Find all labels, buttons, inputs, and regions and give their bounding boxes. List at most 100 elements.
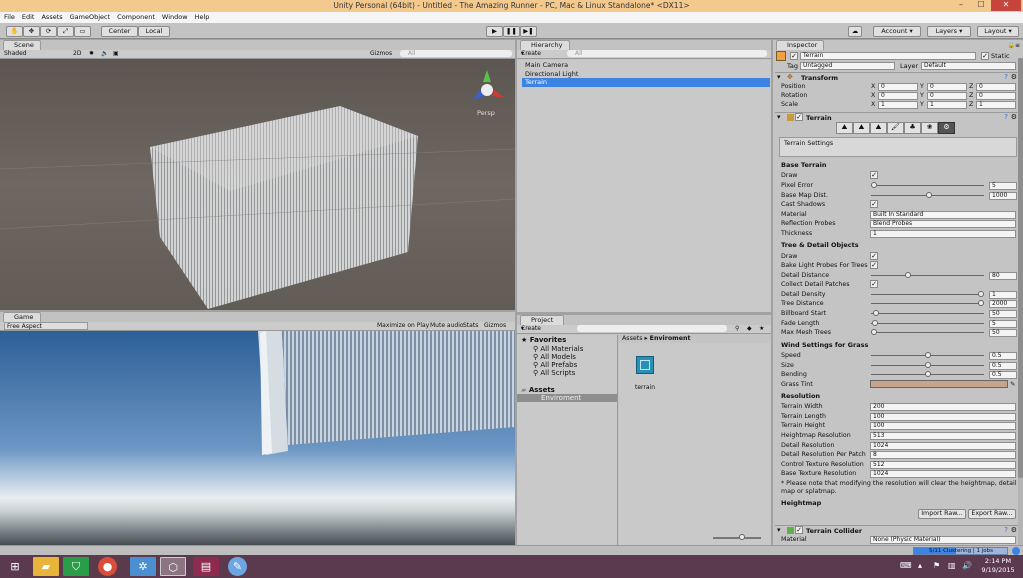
terrain-height-field[interactable]: 100 — [870, 422, 1016, 430]
tab-project[interactable]: Project — [520, 315, 564, 325]
pixel-error-slider[interactable] — [871, 182, 984, 188]
aspect-dropdown[interactable]: Free Aspect — [4, 322, 88, 330]
eyedropper-icon[interactable]: ✎ — [1010, 380, 1015, 389]
billboard-start-field[interactable]: 50 — [989, 310, 1017, 318]
pivot-center-button[interactable]: Center — [101, 26, 138, 37]
pixel-error-field[interactable]: 5 — [989, 182, 1017, 190]
scene-search-input[interactable]: All — [400, 50, 512, 57]
tree-distance-slider[interactable] — [871, 300, 984, 306]
wind-size-field[interactable]: 0.5 — [989, 362, 1017, 370]
base-texture-field[interactable]: 1024 — [870, 470, 1016, 478]
minimize-button[interactable]: – — [951, 0, 971, 11]
collect-patches-checkbox[interactable]: ✓ — [870, 280, 878, 288]
paint-icon[interactable]: ✎ — [228, 557, 247, 576]
paint-details-icon[interactable]: ❀ — [921, 122, 938, 134]
menu-edit[interactable]: Edit — [18, 12, 38, 23]
reflection-probes-dropdown[interactable]: Blend Probes — [870, 220, 1016, 228]
scale-z-field[interactable]: 1 — [976, 101, 1016, 109]
max-mesh-trees-slider[interactable] — [871, 329, 984, 335]
cloud-icon[interactable]: ☁ — [848, 26, 862, 37]
project-create-dropdown[interactable]: Create ▾ — [521, 325, 541, 333]
import-raw-button[interactable]: Import Raw... — [918, 509, 966, 519]
raise-terrain-icon[interactable]: ⛰ — [836, 122, 853, 134]
menu-help[interactable]: Help — [191, 12, 213, 23]
detail-distance-slider[interactable] — [871, 272, 984, 278]
export-raw-button[interactable]: Export Raw... — [968, 509, 1016, 519]
detail-density-slider[interactable] — [871, 291, 984, 297]
icon-size-slider[interactable] — [713, 534, 761, 540]
draw-checkbox[interactable]: ✓ — [870, 171, 878, 179]
tab-hierarchy[interactable]: Hierarchy — [520, 40, 570, 50]
object-name-field[interactable]: Terrain — [800, 52, 976, 60]
smooth-height-icon[interactable]: ⛰ — [870, 122, 887, 134]
account-dropdown[interactable]: Account ▾ — [873, 26, 921, 37]
favorite-star-icon[interactable]: ★ — [759, 325, 764, 333]
menu-component[interactable]: Component — [113, 12, 158, 23]
hand-tool-icon[interactable]: ✋ — [6, 26, 23, 37]
hierarchy-create-dropdown[interactable]: Create ▾ — [521, 50, 541, 58]
detail-resolution-field[interactable]: 1024 — [870, 442, 1016, 450]
maximize-button[interactable]: ☐ — [971, 0, 991, 11]
inspector-lock-icon[interactable]: 🔒≡ — [1008, 42, 1021, 49]
transform-header[interactable]: ▾ ✥ Transform ? ⚙ — [775, 72, 1020, 82]
transform-help-icon[interactable]: ? — [1004, 73, 1008, 81]
audio-toggle-icon[interactable]: 🔈 — [101, 50, 108, 58]
terrain-settings-icon[interactable]: ⚙ — [1011, 113, 1017, 121]
paint-height-icon[interactable]: ⛰ — [853, 122, 870, 134]
scale-y-field[interactable]: 1 — [927, 101, 967, 109]
move-tool-icon[interactable]: ✥ — [23, 26, 40, 37]
wind-size-slider[interactable] — [871, 362, 984, 368]
cast-shadows-checkbox[interactable]: ✓ — [870, 200, 878, 208]
terrain-length-field[interactable]: 100 — [870, 413, 1016, 421]
rotation-x-field[interactable]: 0 — [878, 92, 918, 100]
tray-network-icon[interactable]: ▥ — [948, 561, 956, 570]
scene-gizmos-dropdown[interactable]: Gizmos — [370, 50, 392, 58]
terrain-collider-header[interactable]: ▾ ✓ Terrain Collider ? ⚙ — [775, 525, 1020, 535]
rotate-tool-icon[interactable]: ⟳ — [40, 26, 57, 37]
position-y-field[interactable]: 0 — [927, 83, 967, 91]
transform-settings-icon[interactable]: ⚙ — [1011, 73, 1017, 81]
favorites-header[interactable]: ★ Favorites — [521, 336, 566, 344]
start-windows-icon[interactable]: ⊞ — [4, 557, 26, 576]
layers-dropdown[interactable]: Layers ▾ — [927, 26, 971, 37]
pause-button[interactable]: ❚❚ — [503, 26, 520, 37]
chrome-icon[interactable]: ● — [98, 557, 117, 576]
material-dropdown[interactable]: Built In Standard — [870, 211, 1016, 219]
effects-toggle-icon[interactable]: ▣ — [113, 50, 119, 58]
control-texture-field[interactable]: 512 — [870, 461, 1016, 469]
winrar-icon[interactable]: ▤ — [193, 557, 219, 576]
detail-distance-field[interactable]: 80 — [989, 272, 1017, 280]
tray-flag-icon[interactable]: ⚑ — [933, 561, 940, 570]
layout-dropdown[interactable]: Layout ▾ — [977, 26, 1019, 37]
favorite-all-models[interactable]: ⚲ All Models — [533, 353, 576, 361]
filter-label-icon[interactable]: ◆ — [747, 325, 752, 333]
menu-file[interactable]: File — [0, 12, 18, 23]
terrain-width-field[interactable]: 200 — [870, 403, 1016, 411]
play-button[interactable]: ▶ — [486, 26, 503, 37]
menu-window[interactable]: Window — [158, 12, 191, 23]
position-x-field[interactable]: 0 — [878, 83, 918, 91]
detail-patch-field[interactable]: 8 — [870, 451, 1016, 459]
place-trees-icon[interactable]: ♣ — [904, 122, 921, 134]
detail-density-field[interactable]: 1 — [989, 291, 1017, 299]
paint-texture-icon[interactable]: 🖌 — [887, 122, 904, 134]
project-search-input[interactable] — [577, 325, 727, 332]
heightmap-resolution-field[interactable]: 513 — [870, 432, 1016, 440]
game-viewport[interactable] — [0, 331, 515, 545]
clock[interactable]: 2:14 PM 9/19/2015 — [978, 557, 1018, 575]
terrain-help-icon[interactable]: ? — [1004, 113, 1008, 121]
fade-length-slider[interactable] — [871, 320, 984, 326]
static-checkbox[interactable]: ✓ — [981, 52, 989, 60]
wind-speed-field[interactable]: 0.5 — [989, 352, 1017, 360]
thickness-field[interactable]: 1 — [870, 230, 1016, 238]
menu-assets[interactable]: Assets — [37, 12, 65, 23]
step-button[interactable]: ▶❚ — [520, 26, 537, 37]
terrain-settings-tab-icon[interactable]: ⚙ — [938, 122, 955, 134]
keyboard-icon[interactable]: ⌨ — [900, 561, 912, 570]
favorite-all-scripts[interactable]: ⚲ All Scripts — [533, 369, 575, 377]
hierarchy-item-terrain[interactable]: Terrain — [522, 78, 770, 87]
favorite-all-materials[interactable]: ⚲ All Materials — [533, 345, 583, 353]
rotation-z-field[interactable]: 0 — [976, 92, 1016, 100]
bending-slider[interactable] — [871, 371, 984, 377]
unity-icon[interactable]: ⬡ — [160, 557, 186, 576]
